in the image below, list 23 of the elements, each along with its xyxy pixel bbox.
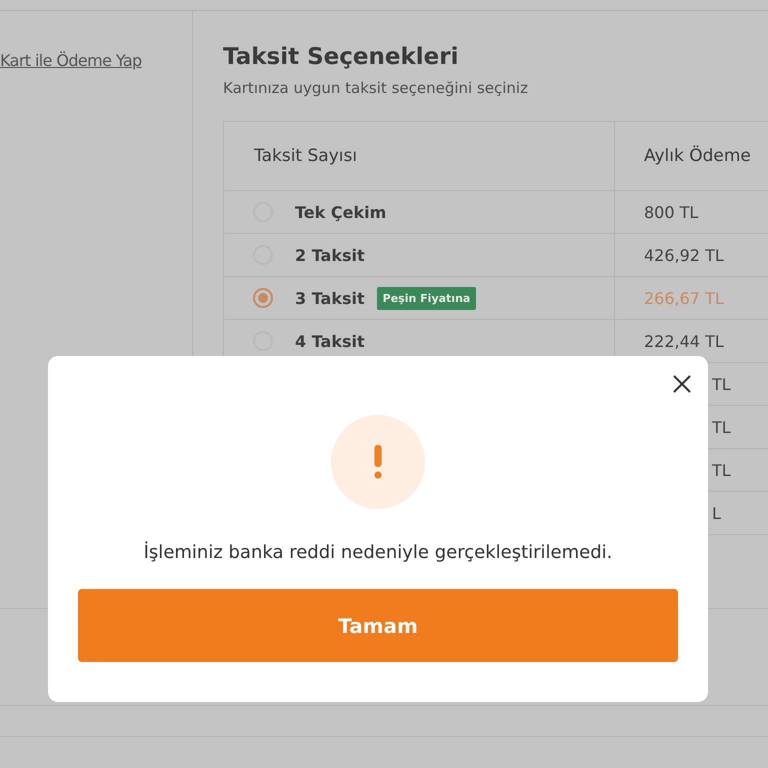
monthly-amount: TL (712, 418, 731, 436)
section-title: Taksit Seçenekleri (223, 44, 460, 70)
warning-icon (331, 415, 425, 509)
radio-button[interactable] (253, 288, 273, 308)
column-header: Aylık Ödeme (644, 146, 751, 166)
monthly-amount: TL (712, 460, 731, 480)
section-subtitle: Kartınıza uygun taksit seçeneğini seçiniz (223, 79, 529, 97)
installment-label: 3 Taksit (295, 288, 365, 308)
monthly-amount: L (712, 504, 721, 522)
payment-link[interactable]: Kart ile Ödeme Yap (0, 51, 142, 70)
ok-button[interactable]: Tamam (78, 589, 678, 662)
monthly-amount: 222,44 TL (644, 332, 724, 350)
column-header: Taksit Sayısı (254, 146, 358, 166)
monthly-amount: 266,67 TL (644, 288, 724, 308)
monthly-amount: 800 TL (644, 202, 698, 222)
error-message: İşleminiz banka reddi nedeniyle gerçekleştirilemedi. (144, 542, 612, 563)
installment-label: 2 Taksit (295, 246, 365, 264)
close-icon[interactable] (672, 374, 692, 394)
installment-label: 4 Taksit (295, 332, 365, 350)
monthly-amount: TL (712, 374, 731, 394)
price-tag: Peşin Fiyatına (376, 286, 476, 310)
monthly-amount: 426,92 TL (644, 246, 724, 264)
installment-label: Tek Çekim (295, 202, 386, 222)
